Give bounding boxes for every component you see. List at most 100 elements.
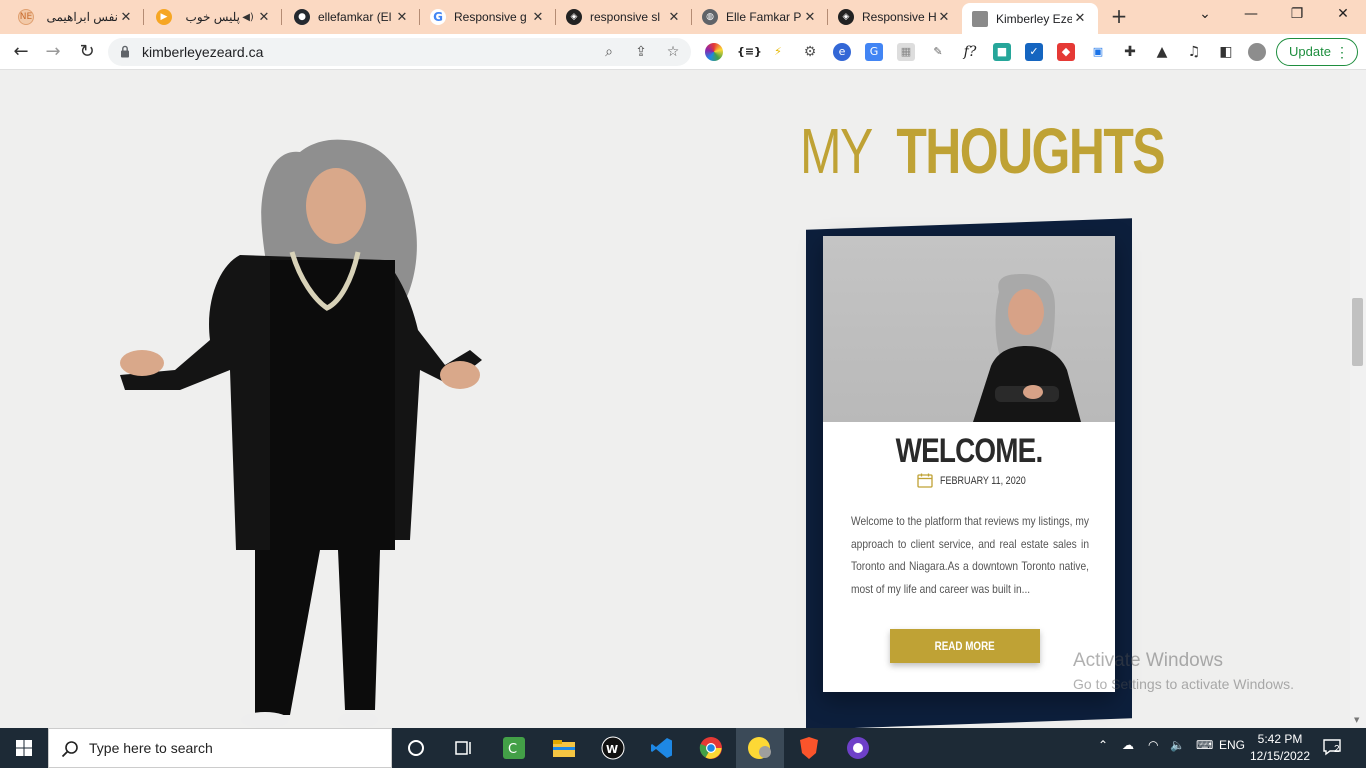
volume-icon[interactable]: 🔈 [1170, 738, 1185, 752]
browser-extension-icon[interactable]: e [833, 43, 851, 61]
side-panel-icon[interactable]: ◧ [1217, 43, 1235, 61]
kebab-menu-icon[interactable]: ⋮ [1335, 39, 1349, 65]
read-more-button[interactable]: READ MORE [890, 629, 1040, 663]
tab-4[interactable]: G Responsive g ✕ [420, 3, 556, 31]
search-placeholder: Type here to search [89, 740, 213, 756]
tab-title: responsive sl [590, 10, 661, 24]
close-icon[interactable]: ✕ [530, 10, 546, 25]
svg-text:C: C [508, 742, 517, 757]
tab-3[interactable]: ● ellefamkar (El ✕ [284, 3, 420, 31]
checkmark-extension-icon[interactable]: ✓ [1025, 43, 1043, 61]
lightning-extension-icon[interactable]: ⚡ [769, 43, 787, 61]
page-scrollbar[interactable]: ▼ [1350, 70, 1366, 728]
blog-card[interactable]: WELCOME. FEBRUARY 11, 2020 Welcome to th… [823, 236, 1115, 692]
share-icon[interactable]: ⇪ [632, 43, 650, 61]
restore-button[interactable]: ❐ [1274, 0, 1320, 30]
reload-button[interactable]: ↻ [76, 41, 98, 63]
portrait-photo [973, 274, 1081, 422]
json-extension-icon[interactable]: {≡} [737, 43, 762, 61]
grid-extension-icon[interactable]: ▦ [897, 43, 915, 61]
tab-title: Elle Famkar P [726, 10, 802, 24]
zoom-icon[interactable]: ⌕ [600, 43, 618, 61]
tab-7[interactable]: ◈ Responsive H ✕ [828, 3, 962, 31]
tab-search-icon[interactable]: ⌄ [1182, 0, 1228, 30]
tray-chevron-up-icon[interactable]: ⌃ [1098, 738, 1108, 752]
camtasia-app-icon[interactable]: C [490, 728, 538, 768]
labs-flask-icon[interactable]: ▲ [1153, 43, 1171, 61]
url-text: kimberleyezeard.ca [142, 44, 264, 60]
brave-icon[interactable] [785, 728, 833, 768]
close-icon[interactable]: ✕ [802, 10, 818, 25]
fonts-extension-icon[interactable]: f? [961, 43, 979, 61]
taskbar-search[interactable]: Type here to search [48, 728, 392, 768]
notification-count: 2 [1334, 744, 1340, 755]
wamp-app-icon[interactable]: W [589, 728, 637, 768]
new-tab-button[interactable]: + [1108, 6, 1130, 28]
close-icon[interactable]: ✕ [394, 10, 410, 25]
gear-extension-icon[interactable]: ⚙ [801, 43, 819, 61]
watermark-title: Activate Windows [1073, 650, 1223, 671]
profile-avatar[interactable] [1248, 43, 1266, 61]
address-bar[interactable]: kimberleyezeard.ca ⌕ ⇪ ☆ [108, 38, 691, 66]
notification-center-icon[interactable]: 2 [1322, 738, 1348, 758]
translate-extension-icon[interactable]: G [865, 43, 883, 61]
back-button[interactable]: ← [10, 41, 32, 63]
file-explorer-icon[interactable] [540, 728, 588, 768]
close-icon[interactable]: ✕ [666, 10, 682, 25]
language-indicator[interactable]: ENG [1219, 738, 1245, 752]
tab-active[interactable]: Kimberley Eze ✕ [962, 3, 1098, 34]
task-view-icon[interactable] [440, 728, 488, 768]
chrome-profile-active-icon[interactable] [736, 728, 784, 768]
tab-6[interactable]: ◍ Elle Famkar P ✕ [692, 3, 828, 31]
close-icon[interactable]: ✕ [1072, 11, 1088, 26]
media-control-icon[interactable]: ♫ [1185, 43, 1203, 61]
scroll-down-arrow-icon[interactable]: ▼ [1354, 716, 1359, 724]
heading-bold: THOUGHTS [896, 115, 1165, 187]
close-icon[interactable]: ✕ [936, 10, 952, 25]
forward-button[interactable]: → [42, 41, 64, 63]
play-favicon-icon: ▶ [156, 9, 172, 25]
heading-light: MY [800, 115, 873, 187]
card-title[interactable]: WELCOME. [849, 432, 1088, 471]
tab-strip: NE نفس ابراهیمی ✕ ▶ پلیس خوب ◀) ✕ ● elle… [0, 0, 1366, 34]
tab-title: ellefamkar (El [318, 10, 392, 24]
minimize-button[interactable]: — [1228, 0, 1274, 30]
hero-photo [120, 139, 482, 728]
close-icon[interactable]: ✕ [118, 10, 134, 25]
lock-icon [121, 45, 129, 58]
chrome-icon[interactable] [687, 728, 735, 768]
vscode-icon[interactable] [638, 728, 686, 768]
keyboard-icon[interactable]: ⌨ [1196, 738, 1213, 752]
square-extension-icon[interactable]: ■ [993, 43, 1011, 61]
tab-1[interactable]: NE نفس ابراهیمی ✕ [8, 3, 144, 31]
windows-start-icon[interactable] [0, 728, 48, 768]
onedrive-icon[interactable]: ☁ [1122, 738, 1134, 752]
update-button[interactable]: Update ⋮ [1276, 38, 1358, 66]
badge-extension-icon[interactable]: ◆ [1057, 43, 1075, 61]
card-date-text: FEBRUARY 11, 2020 [940, 474, 1026, 487]
github-desktop-icon[interactable] [834, 728, 882, 768]
screen-capture-extension-icon[interactable]: ▣ [1089, 43, 1107, 61]
tab-5[interactable]: ◈ responsive sl ✕ [556, 3, 692, 31]
scrollbar-thumb[interactable] [1352, 298, 1363, 366]
eyedropper-extension-icon[interactable]: ✎ [929, 43, 947, 61]
card-excerpt: Welcome to the platform that reviews my … [851, 510, 1089, 600]
ne-favicon-icon: NE [18, 9, 34, 25]
color-picker-extension-icon[interactable] [705, 43, 723, 61]
cortana-icon[interactable] [392, 728, 440, 768]
close-window-button[interactable]: ✕ [1320, 0, 1366, 30]
tab-title: Responsive g [454, 10, 527, 24]
tab-2[interactable]: ▶ پلیس خوب ◀) ✕ [146, 3, 282, 31]
bookmark-star-icon[interactable]: ☆ [664, 43, 682, 61]
calendar-icon [917, 473, 933, 488]
card-excerpt-text: Welcome to the platform that reviews my … [851, 514, 1089, 596]
card-image [823, 236, 1115, 422]
clock-date: 12/15/2022 [1249, 749, 1311, 763]
github-icon: ● [294, 9, 310, 25]
close-icon[interactable]: ✕ [256, 10, 272, 25]
site-favicon-icon [972, 10, 988, 27]
puzzle-extensions-icon[interactable]: ✚ [1121, 43, 1139, 61]
speaker-icon[interactable]: ◀) [240, 12, 256, 23]
system-clock[interactable]: 5:42 PM 12/15/2022 [1248, 731, 1312, 765]
wifi-icon[interactable]: ◠ [1148, 738, 1158, 752]
